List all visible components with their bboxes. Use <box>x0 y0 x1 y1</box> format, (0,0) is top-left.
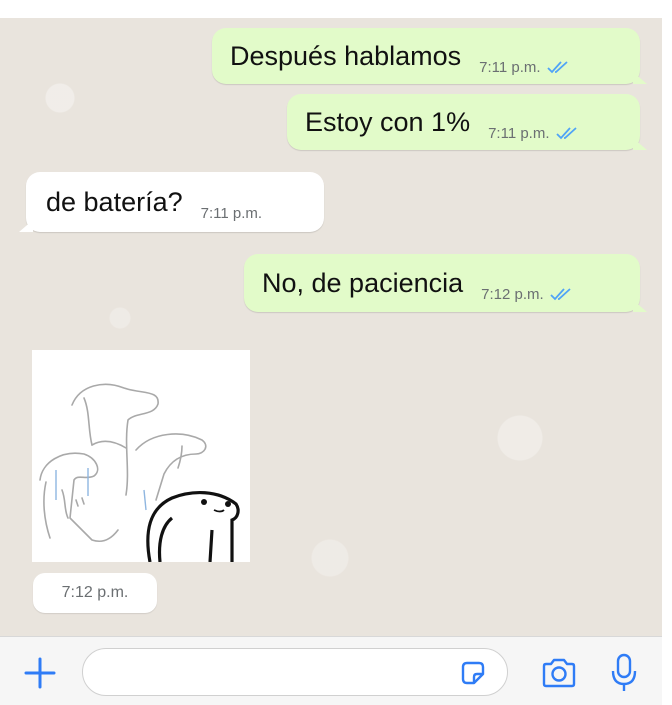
message-bubble-outgoing[interactable]: Estoy con 1% 7:11 p.m. <box>287 94 647 150</box>
message-input[interactable] <box>99 649 463 695</box>
chat-area[interactable]: Después hablamos 7:11 p.m. Estoy con 1% … <box>0 18 662 636</box>
message-time: 7:12 p.m. <box>61 584 129 601</box>
message-meta: 7:11 p.m. <box>479 59 570 76</box>
message-input-box[interactable] <box>82 648 508 696</box>
bubble-tail <box>633 138 647 150</box>
plus-icon[interactable] <box>22 655 58 691</box>
bubble-tail <box>633 300 647 312</box>
message-meta: 7:11 p.m. <box>488 125 579 142</box>
microphone-icon[interactable] <box>610 653 638 693</box>
message-text: No, de paciencia <box>262 268 464 298</box>
read-ticks-icon <box>546 60 571 74</box>
message-time: 7:11 p.m. <box>488 124 550 142</box>
read-ticks-icon <box>550 287 574 301</box>
message-time: 7:12 p.m. <box>481 285 544 303</box>
message-meta: 7:12 p.m. <box>481 286 574 303</box>
message-bubble-outgoing[interactable]: No, de paciencia 7:12 p.m. <box>244 254 647 312</box>
sticker-timestamp: 7:12 p.m. <box>33 573 157 613</box>
message-time: 7:11 p.m. <box>200 204 263 222</box>
camera-icon[interactable] <box>540 657 578 689</box>
bubble-tail <box>19 220 33 232</box>
message-composer <box>0 636 662 705</box>
message-text: Después hablamos <box>230 41 462 71</box>
sticker-icon[interactable] <box>459 659 487 687</box>
message-text: Estoy con 1% <box>305 107 471 137</box>
message-bubble-incoming[interactable]: de batería? 7:11 p.m. <box>19 172 324 232</box>
read-ticks-icon <box>555 126 580 140</box>
sketch-sticker[interactable] <box>32 350 250 563</box>
message-meta: 7:11 p.m. <box>201 205 262 222</box>
screen-edge <box>662 0 672 704</box>
bubble-tail <box>633 72 647 84</box>
message-text: de batería? <box>46 187 183 217</box>
message-time: 7:11 p.m. <box>479 58 541 76</box>
message-bubble-outgoing[interactable]: Después hablamos 7:11 p.m. <box>212 28 647 84</box>
